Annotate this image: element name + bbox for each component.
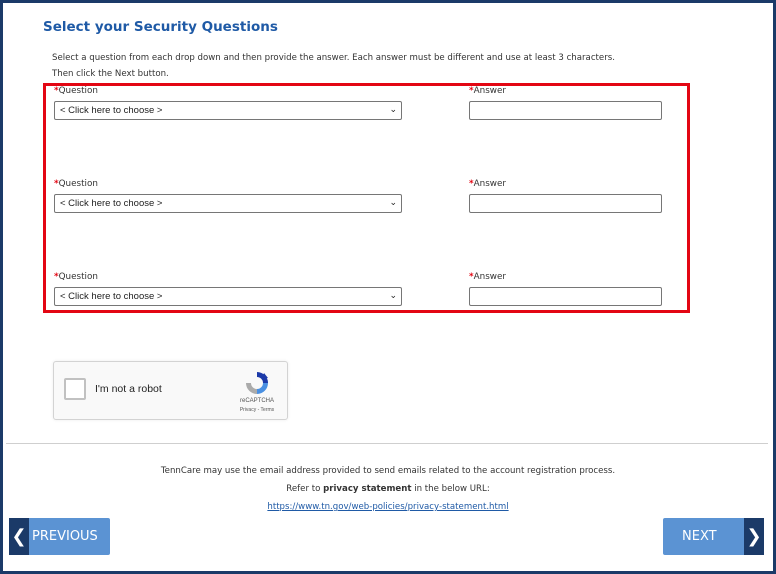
instructions-line-1: Select a question from each drop down an… (52, 53, 615, 63)
answer-2-label: *Answer (469, 179, 507, 189)
answer-3-label: *Answer (469, 272, 507, 282)
instructions-line-2: Then click the Next button. (52, 69, 169, 79)
privacy-statement-link[interactable]: https://www.tn.gov/web-policies/privacy-… (0, 502, 776, 512)
question-3-select[interactable]: < Click here to choose > ⌄ (54, 287, 402, 306)
answer-1-input[interactable] (469, 101, 662, 120)
privacy-statement-emphasis: privacy statement (323, 484, 412, 494)
question-2-select[interactable]: < Click here to choose > ⌄ (54, 194, 402, 213)
next-button[interactable]: NEXT ❯ (663, 518, 764, 555)
chevron-left-icon: ❮ (9, 518, 29, 555)
question-1-select[interactable]: < Click here to choose > ⌄ (54, 101, 402, 120)
divider (6, 443, 768, 444)
instructions: Select a question from each drop down an… (52, 50, 742, 82)
recaptcha-brand: reCAPTCHA (239, 398, 274, 404)
question-3-label: *Question (54, 272, 98, 282)
recaptcha-checkbox[interactable] (64, 378, 86, 400)
answer-1-label: *Answer (469, 86, 507, 96)
question-2-label: *Question (54, 179, 98, 189)
next-button-label: NEXT (682, 529, 717, 544)
email-notice: TennCare may use the email address provi… (160, 466, 616, 476)
recaptcha-logo-icon (246, 372, 268, 394)
recaptcha-widget: I'm not a robot reCAPTCHA Privacy - Term… (53, 361, 288, 420)
recaptcha-terms-link[interactable]: Privacy - Terms (222, 407, 292, 413)
previous-button-label: PREVIOUS (32, 529, 98, 544)
privacy-refer-text: Refer to privacy statement in the below … (286, 484, 490, 494)
question-1-label: *Question (54, 86, 98, 96)
chevron-down-icon: ⌄ (389, 291, 397, 301)
answer-3-input[interactable] (469, 287, 662, 306)
answer-2-input[interactable] (469, 194, 662, 213)
chevron-down-icon: ⌄ (389, 105, 397, 115)
chevron-down-icon: ⌄ (389, 198, 397, 208)
recaptcha-label: I'm not a robot (95, 383, 162, 395)
page-title: Select your Security Questions (43, 19, 278, 35)
chevron-right-icon: ❯ (744, 518, 764, 555)
previous-button[interactable]: ❮ PREVIOUS (9, 518, 110, 555)
